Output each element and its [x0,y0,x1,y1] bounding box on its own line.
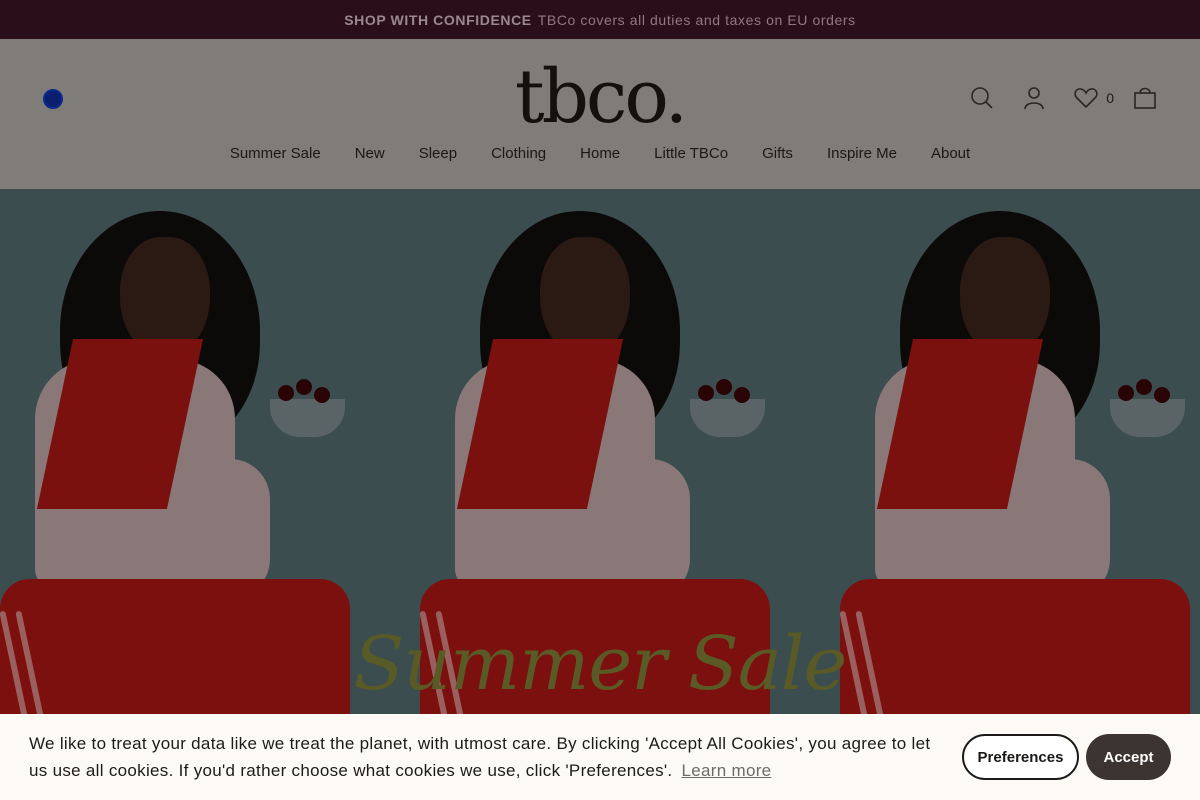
cookie-message: We like to treat your data like we treat… [29,734,931,780]
nav-item-inspire-me[interactable]: Inspire Me [827,145,897,162]
hero-title: Summer Sale [353,621,848,707]
bag-icon[interactable] [1130,83,1160,113]
nav-item-home[interactable]: Home [580,145,620,162]
cookie-text-block: We like to treat your data like we treat… [29,730,939,784]
announcement-bar: SHOP WITH CONFIDENCE TBCo covers all dut… [0,0,1200,39]
nav-item-sleep[interactable]: Sleep [419,145,457,162]
announcement-bold: SHOP WITH CONFIDENCE [344,11,532,28]
preferences-button[interactable]: Preferences [962,734,1079,780]
accept-button[interactable]: Accept [1086,734,1171,780]
nav-item-summer-sale[interactable]: Summer Sale [230,145,321,162]
cookie-banner: We like to treat your data like we treat… [0,714,1200,800]
nav-item-about[interactable]: About [931,145,970,162]
hero-image-panel [380,189,800,800]
nav-item-new[interactable]: New [355,145,385,162]
learn-more-link[interactable]: Learn more [682,761,772,780]
announcement-text: TBCo covers all duties and taxes on EU o… [537,11,856,28]
wishlist-count: 0 [1106,90,1114,106]
header-icons: 0 [967,83,1160,113]
account-icon[interactable] [1019,83,1049,113]
nav-item-clothing[interactable]: Clothing [491,145,546,162]
site-header: tbco. 0 Summer Sale New Sleep Clothing H… [0,39,1200,189]
hero-image-panel [800,189,1200,800]
main-nav: Summer Sale New Sleep Clothing Home Litt… [0,145,1200,162]
nav-item-gifts[interactable]: Gifts [762,145,793,162]
search-icon[interactable] [967,83,997,113]
hero-banner[interactable]: Summer Sale [0,189,1200,800]
heart-icon[interactable] [1071,83,1101,113]
hero-image-panel [0,189,380,800]
nav-item-little-tbco[interactable]: Little TBCo [654,145,728,162]
